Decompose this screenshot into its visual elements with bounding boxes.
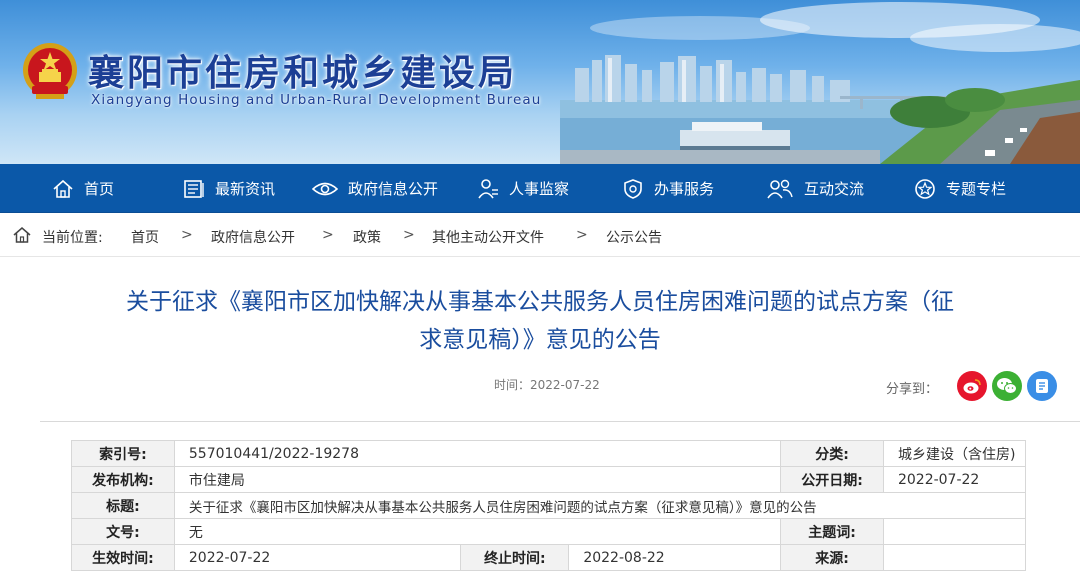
site-banner: 襄阳市住房和城乡建设局 Xiangyang Housing and Urban-…	[0, 0, 1080, 164]
publish-date-label: 公开日期:	[780, 466, 884, 493]
weibo-icon	[963, 379, 981, 394]
publisher-label: 发布机构:	[71, 466, 175, 493]
nav-label: 首页	[84, 180, 115, 198]
breadcrumb: 当前位置: 首页 > 政府信息公开 > 政策 > 其他主动公开文件 > 公示公告	[0, 214, 1080, 257]
breadcrumb-item-policy[interactable]: 政策	[353, 227, 381, 247]
index-no-value: 557010441/2022-19278	[173, 440, 782, 467]
nav-label: 人事监察	[509, 180, 570, 198]
breadcrumb-separator: >	[576, 227, 588, 243]
people-icon	[767, 179, 793, 198]
nav-item-news[interactable]: 最新资讯	[183, 164, 275, 213]
table-row: 文号: 无 主题词:	[71, 518, 1027, 545]
breadcrumb-item-notices[interactable]: 公示公告	[606, 227, 662, 247]
table-row: 索引号: 557010441/2022-19278 分类: 城乡建设（含住房)	[71, 440, 1027, 467]
end-value: 2022-08-22	[568, 544, 782, 571]
star-icon	[915, 178, 935, 199]
divider	[40, 421, 1080, 422]
home-icon	[53, 179, 73, 198]
nav-label: 办事服务	[654, 180, 715, 198]
title-label: 标题:	[71, 492, 175, 519]
end-label: 终止时间:	[460, 544, 570, 571]
doc-no-label: 文号:	[71, 518, 175, 545]
site-title: 襄阳市住房和城乡建设局	[88, 53, 518, 94]
table-row: 发布机构: 市住建局 公开日期: 2022-07-22	[71, 466, 1027, 493]
index-no-label: 索引号:	[71, 440, 175, 467]
breadcrumb-item-other-files[interactable]: 其他主动公开文件	[432, 227, 544, 247]
nav-item-home[interactable]: 首页	[52, 164, 114, 213]
publish-time: 时间：2022-07-22	[494, 378, 600, 392]
share-wechat-button[interactable]	[992, 371, 1022, 401]
breadcrumb-label: 当前位置:	[42, 230, 103, 246]
nav-item-topics[interactable]: 专题专栏	[914, 164, 1006, 213]
document-meta-table: 索引号: 557010441/2022-19278 分类: 城乡建设（含住房) …	[71, 440, 1027, 571]
source-value	[882, 544, 1027, 571]
site-subtitle: Xiangyang Housing and Urban-Rural Develo…	[91, 92, 542, 108]
keywords-label: 主题词:	[780, 518, 884, 545]
shield-icon	[624, 178, 642, 199]
article-title-line: 关于征求《襄阳市区加快解决从事基本公共服务人员住房困难问题的试点方案（征	[126, 289, 954, 315]
breadcrumb-item-gov-info[interactable]: 政府信息公开	[211, 227, 295, 247]
keywords-value	[882, 518, 1027, 545]
home-icon	[13, 227, 31, 243]
news-icon	[184, 179, 204, 198]
nav-label: 专题专栏	[946, 180, 1007, 198]
category-value: 城乡建设（含住房)	[882, 440, 1027, 467]
person-icon	[478, 178, 498, 198]
share-label: 分享到：	[886, 382, 939, 397]
nav-item-gov-info[interactable]: 政府信息公开	[312, 164, 438, 213]
table-row: 生效时间: 2022-07-22 终止时间: 2022-08-22 来源:	[71, 544, 1027, 571]
qzone-icon	[1036, 379, 1048, 393]
nav-item-personnel[interactable]: 人事监察	[477, 164, 569, 213]
nav-label: 政府信息公开	[348, 180, 439, 198]
share-weibo-button[interactable]	[957, 371, 987, 401]
table-row: 标题: 关于征求《襄阳市区加快解决从事基本公共服务人员住房困难问题的试点方案（征…	[71, 492, 1027, 519]
article-title: 关于征求《襄阳市区加快解决从事基本公共服务人员住房困难问题的试点方案（征 求意见…	[60, 283, 1020, 359]
breadcrumb-item-home[interactable]: 首页	[131, 227, 159, 247]
breadcrumb-separator: >	[181, 227, 193, 243]
nav-item-interaction[interactable]: 互动交流	[766, 164, 864, 213]
publish-date-value: 2022-07-22	[882, 466, 1027, 493]
main-nav: 首页 最新资讯 政府信息公开 人事监察 办事服务 互动交流 专题专栏	[0, 164, 1080, 213]
publisher-value: 市住建局	[173, 466, 782, 493]
effective-label: 生效时间:	[71, 544, 175, 571]
national-emblem-icon	[23, 43, 77, 99]
share-qzone-button[interactable]	[1027, 371, 1057, 401]
title-value: 关于征求《襄阳市区加快解决从事基本公共服务人员住房困难问题的试点方案（征求意见稿…	[173, 492, 1027, 519]
source-label: 来源:	[780, 544, 884, 571]
breadcrumb-separator: >	[322, 227, 334, 243]
doc-no-value: 无	[173, 518, 782, 545]
category-label: 分类:	[780, 440, 884, 467]
wechat-icon	[997, 378, 1017, 394]
article-title-line: 求意见稿）》意见的公告	[419, 327, 661, 353]
nav-label: 最新资讯	[215, 180, 276, 198]
nav-item-services[interactable]: 办事服务	[622, 164, 714, 213]
nav-label: 互动交流	[804, 180, 865, 198]
effective-value: 2022-07-22	[173, 544, 462, 571]
eye-icon	[312, 182, 338, 195]
breadcrumb-separator: >	[403, 227, 415, 243]
